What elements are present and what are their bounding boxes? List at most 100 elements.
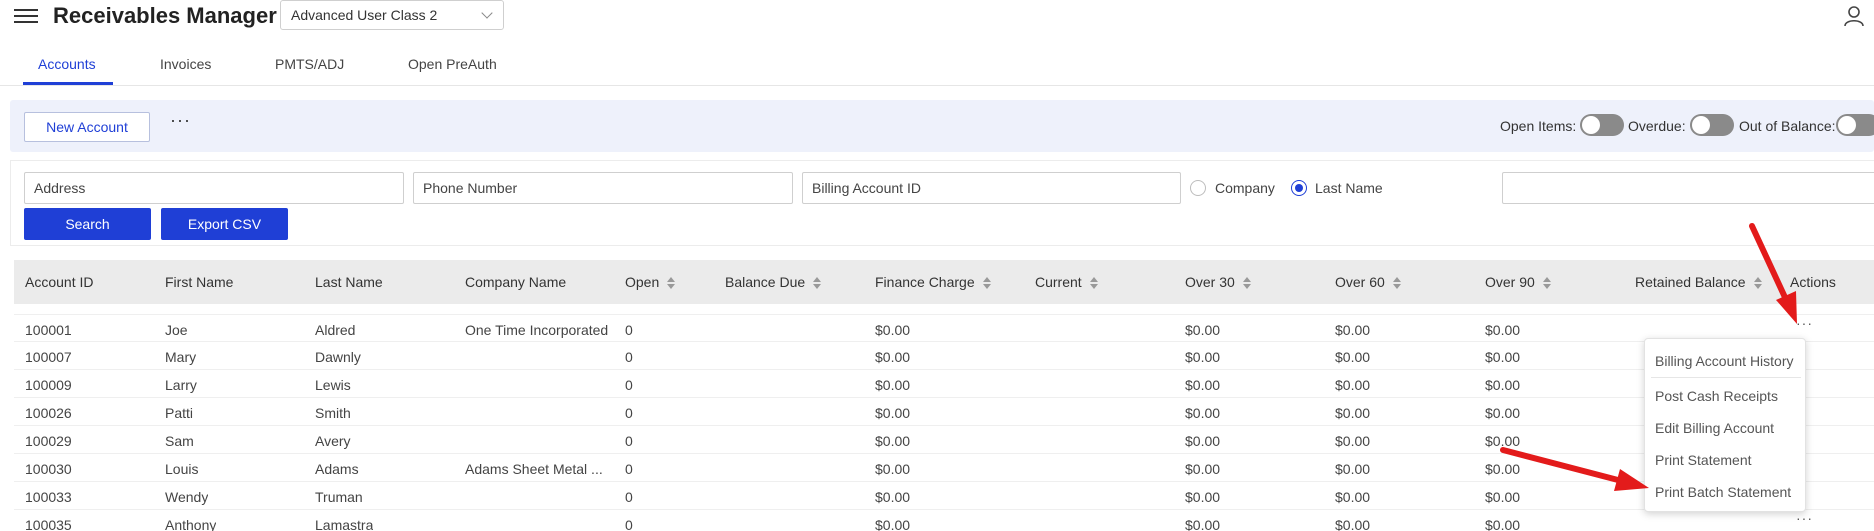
cell-account-id: 100026 [25,405,72,421]
table-row[interactable]: 100035 Anthony Lamastra 0 $0.00 $0.00 $0.00 $0.… [14,510,1874,531]
more-options-icon[interactable]: ··· [170,110,191,131]
new-account-button[interactable]: New Account [24,112,150,142]
billing-account-id-input[interactable]: Billing Account ID [802,172,1181,204]
out-of-balance-toggle[interactable] [1836,114,1874,136]
last-name-radio-label: Last Name [1315,180,1383,196]
company-radio[interactable] [1190,180,1206,196]
cell-first-name: Wendy [165,489,209,505]
address-input[interactable]: Address [24,172,404,204]
menu-edit-billing-account[interactable]: Edit Billing Account [1655,420,1774,436]
cell-over-60: $0.00 [1335,405,1371,421]
cell-finance-charge: $0.00 [875,433,911,449]
table-row[interactable]: 100009 Larry Lewis 0 $0.00 $0.00 $0.00 $0.00 [14,370,1874,398]
phone-number-input[interactable]: Phone Number [413,172,793,204]
cell-over-90: $0.00 [1485,461,1521,477]
toggle-knob [1692,116,1710,134]
col-finance-charge[interactable]: Finance Charge [875,274,991,290]
cell-over-90: $0.00 [1485,377,1521,393]
last-name-radio[interactable] [1291,180,1307,196]
toggle-knob [1838,116,1856,134]
cell-over-60: $0.00 [1335,517,1371,531]
sort-icon[interactable] [1392,277,1401,290]
table-row[interactable]: 100007 Mary Dawnly 0 $0.00 $0.00 $0.00 $0.00 [14,342,1874,370]
open-items-toggle[interactable] [1580,114,1624,136]
col-open[interactable]: Open [625,274,676,290]
cell-over-30: $0.00 [1185,489,1221,505]
user-class-value: Advanced User Class 2 [291,7,438,23]
table-row[interactable]: 100030 Louis Adams Adams Sheet Metal ... 0 $0… [14,454,1874,482]
menu-billing-account-history[interactable]: Billing Account History [1655,353,1794,369]
col-actions: Actions [1790,274,1836,290]
row-actions-icon[interactable]: ··· [1796,315,1813,331]
col-balance-due[interactable]: Balance Due [725,274,822,290]
sort-icon[interactable] [1089,277,1098,290]
cell-last-name: Lamastra [315,517,374,531]
cell-over-90: $0.00 [1485,489,1521,505]
table-row[interactable]: 100033 Wendy Truman 0 $0.00 $0.00 $0.00 $0.00 [14,482,1874,510]
user-icon[interactable] [1844,5,1864,27]
sort-icon[interactable] [813,277,822,290]
col-over-30[interactable]: Over 30 [1185,274,1251,290]
cell-open: 0 [625,461,633,477]
cell-over-30: $0.00 [1185,322,1221,338]
tab-invoices[interactable]: Invoices [160,56,211,72]
user-class-select[interactable]: Advanced User Class 2 [280,0,504,30]
menu-print-batch-statement[interactable]: Print Batch Statement [1655,484,1791,500]
cell-finance-charge: $0.00 [875,517,911,531]
cell-first-name: Sam [165,433,194,449]
cell-open: 0 [625,349,633,365]
cell-over-30: $0.00 [1185,405,1221,421]
table-row[interactable]: 100029 Sam Avery 0 $0.00 $0.00 $0.00 $0.00 [14,426,1874,454]
col-account-id[interactable]: Account ID [25,274,93,290]
cell-account-id: 100001 [25,322,72,338]
cell-last-name: Dawnly [315,349,361,365]
sort-icon[interactable] [667,277,676,290]
cell-first-name: Larry [165,377,197,393]
cell-open: 0 [625,517,633,531]
open-items-label: Open Items: [1500,118,1577,134]
cell-account-id: 100009 [25,377,72,393]
cell-finance-charge: $0.00 [875,349,911,365]
col-over-90[interactable]: Over 90 [1485,274,1551,290]
col-over-60[interactable]: Over 60 [1335,274,1401,290]
cell-open: 0 [625,322,633,338]
col-first-name[interactable]: First Name [165,274,233,290]
search-button[interactable]: Search [24,208,151,240]
tab-bar: Accounts Invoices PMTS/ADJ Open PreAuth [0,48,1874,86]
cell-company-name: Adams Sheet Metal ... [465,461,603,477]
cell-open: 0 [625,377,633,393]
tab-open-preauth[interactable]: Open PreAuth [408,56,497,72]
col-company-name[interactable]: Company Name [465,274,566,290]
table-row[interactable]: 100026 Patti Smith 0 $0.00 $0.00 $0.00 $0.00 [14,398,1874,426]
cell-last-name: Avery [315,433,351,449]
export-csv-button[interactable]: Export CSV [161,208,288,240]
cell-over-90: $0.00 [1485,322,1521,338]
cell-first-name: Joe [165,322,188,338]
menu-divider [1651,377,1801,378]
hamburger-icon[interactable] [14,6,38,26]
cell-company-name: One Time Incorporated [465,322,609,338]
toggle-knob [1582,116,1600,134]
table-row[interactable]: 100001 Joe Aldred One Time Incorporated 0 $0.… [14,314,1874,342]
out-of-balance-label: Out of Balance: [1739,118,1836,134]
accounts-toolbar: New Account ··· Open Items: Overdue: Out… [10,100,1874,152]
cell-finance-charge: $0.00 [875,461,911,477]
tab-pmts-adj[interactable]: PMTS/ADJ [275,56,344,72]
name-search-input[interactable] [1502,172,1874,204]
row-actions-icon[interactable]: ··· [1796,510,1813,526]
col-last-name[interactable]: Last Name [315,274,383,290]
menu-print-statement[interactable]: Print Statement [1655,452,1752,468]
cell-over-60: $0.00 [1335,349,1371,365]
cell-over-90: $0.00 [1485,405,1521,421]
sort-icon[interactable] [1542,277,1551,290]
overdue-toggle[interactable] [1690,114,1734,136]
sort-icon[interactable] [982,277,991,290]
col-retained-balance[interactable]: Retained Balance [1635,274,1762,290]
cell-finance-charge: $0.00 [875,489,911,505]
menu-post-cash-receipts[interactable]: Post Cash Receipts [1655,388,1778,404]
tab-accounts[interactable]: Accounts [38,56,96,72]
col-current[interactable]: Current [1035,274,1098,290]
cell-open: 0 [625,433,633,449]
sort-icon[interactable] [1242,277,1251,290]
sort-icon[interactable] [1753,277,1762,290]
